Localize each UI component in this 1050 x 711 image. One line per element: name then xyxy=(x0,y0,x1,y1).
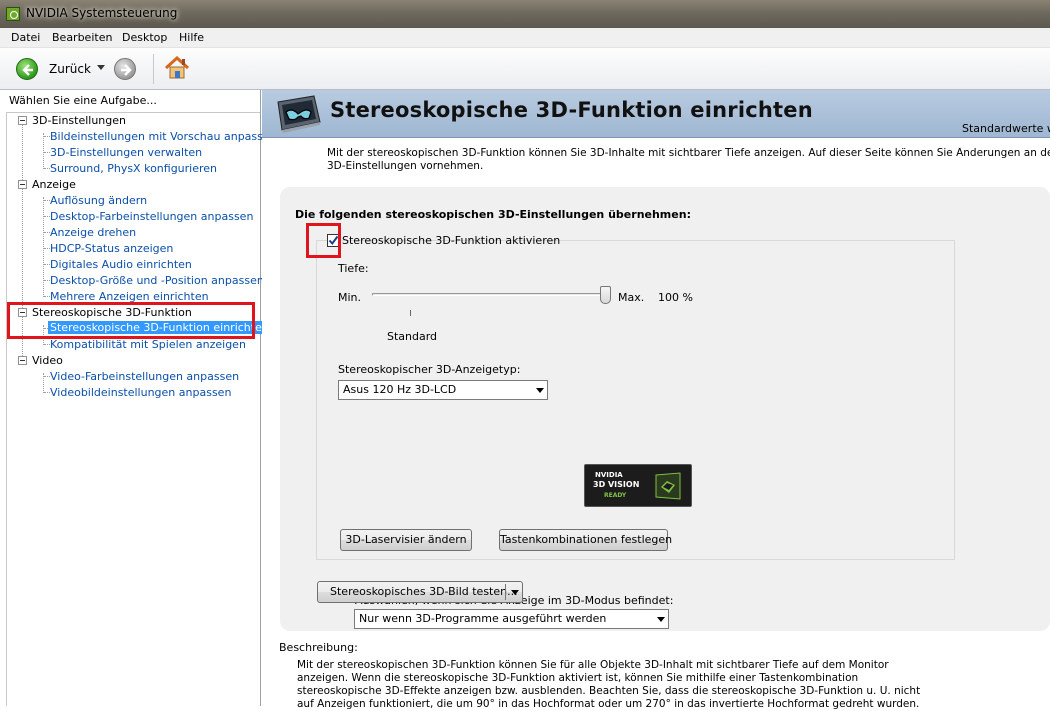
tree-category-3d-einstellungen[interactable]: 3D-Einstellungen xyxy=(32,114,126,127)
depth-slider-thumb[interactable] xyxy=(600,286,611,304)
display-type-select[interactable]: Asus 120 Hz 3D-LCD xyxy=(338,380,548,400)
window-title: NVIDIA Systemsteuerung xyxy=(26,6,178,20)
title-bar[interactable]: NVIDIA Systemsteuerung xyxy=(0,0,1050,28)
stereo-3d-monitor-icon xyxy=(277,95,321,133)
mode-select-value: Nur wenn 3D-Programme ausgeführt werden xyxy=(359,612,607,625)
split-divider xyxy=(505,584,506,600)
tree-item-videobild[interactable]: Videobildeinstellungen anpassen xyxy=(50,386,231,399)
chevron-down-icon xyxy=(657,617,665,622)
task-tree: 3D-Einstellungen Bildeinstellungen mit V… xyxy=(6,112,277,706)
back-label[interactable]: Zurück xyxy=(49,62,91,76)
tree-item-surround-physx[interactable]: Surround, PhysX konfigurieren xyxy=(50,162,217,175)
page-banner: Stereoskopische 3D-Funktion einrichten S… xyxy=(262,90,1050,138)
tree-item-hdcp[interactable]: HDCP-Status anzeigen xyxy=(50,242,173,255)
tree-item-digitales-audio[interactable]: Digitales Audio einrichten xyxy=(50,258,192,271)
tree-connector xyxy=(43,133,44,169)
back-button[interactable] xyxy=(16,58,38,80)
tree-item-desktop-groesse[interactable]: Desktop-Größe und -Position anpassen xyxy=(50,274,264,287)
restore-defaults-link[interactable]: Standardwerte w xyxy=(962,122,1050,135)
page-intro: Mit der stereoskopischen 3D-Funktion kön… xyxy=(327,147,1050,173)
tree-item-aufloesung[interactable]: Auflösung ändern xyxy=(50,194,147,207)
badge-3dvision-text: 3D VISION xyxy=(593,480,640,489)
tree-item-desktop-farbe[interactable]: Desktop-Farbeinstellungen anpassen xyxy=(50,210,253,223)
collapse-anzeige-icon[interactable] xyxy=(18,180,27,189)
enable-stereo-label[interactable]: Stereoskopische 3D-Funktion aktivieren xyxy=(342,234,560,247)
display-type-label: Stereoskopischer 3D-Anzeigetyp: xyxy=(338,363,521,376)
depth-label: Tiefe: xyxy=(338,262,369,275)
history-dropdown-icon[interactable] xyxy=(97,65,105,70)
menu-desktop[interactable]: Desktop xyxy=(122,31,167,44)
hotkeys-button[interactable]: Tastenkombinationen festlegen xyxy=(499,529,672,551)
test-stereo-button[interactable]: Stereoskopisches 3D-Bild testen... xyxy=(317,581,523,603)
nvidia-3d-vision-ready-logo: NVIDIA 3D VISION READY xyxy=(584,464,692,507)
mode-select[interactable]: Nur wenn 3D-Programme ausgeführt werden xyxy=(354,609,669,629)
highlight-box xyxy=(306,223,341,258)
collapse-video-icon[interactable] xyxy=(18,356,27,365)
description-heading: Beschreibung: xyxy=(279,641,358,654)
depth-slider-track[interactable] xyxy=(372,293,610,296)
depth-value: 100 % xyxy=(658,291,693,304)
menu-datei[interactable]: Datei xyxy=(11,31,40,44)
stereo-settings-box xyxy=(316,240,955,560)
settings-group: Die folgenden stereoskopischen 3D-Einste… xyxy=(280,187,1050,631)
chevron-down-icon[interactable] xyxy=(511,590,519,595)
forward-button[interactable] xyxy=(114,58,136,80)
depth-max-label: Max. xyxy=(618,291,645,304)
tree-item-video-farbe[interactable]: Video-Farbeinstellungen anpassen xyxy=(50,370,239,383)
tree-item-3d-einstellungen-verwalten[interactable]: 3D-Einstellungen verwalten xyxy=(50,146,202,159)
tree-category-video[interactable]: Video xyxy=(32,354,63,367)
intro-line-2: 3D-Einstellungen vornehmen. xyxy=(327,160,484,172)
task-sidebar: Wählen Sie eine Aufgabe... 3D-Einstellun… xyxy=(0,90,277,706)
description-text: Mit der stereoskopischen 3D-Funktion kön… xyxy=(297,659,921,710)
menu-hilfe[interactable]: Hilfe xyxy=(179,31,204,44)
depth-min-label: Min. xyxy=(338,291,362,304)
chevron-down-icon xyxy=(536,388,544,393)
collapse-3d-einstellungen-icon[interactable] xyxy=(18,116,27,125)
tree-item-bildeinstellungen[interactable]: Bildeinstellungen mit Vorschau anpassen xyxy=(50,130,277,143)
main-content: Stereoskopische 3D-Funktion einrichten S… xyxy=(262,90,1050,710)
tree-category-anzeige[interactable]: Anzeige xyxy=(32,178,76,191)
test-stereo-label: Stereoskopisches 3D-Bild testen... xyxy=(330,585,518,598)
toolbar: Zurück xyxy=(0,48,1050,90)
display-type-value: Asus 120 Hz 3D-LCD xyxy=(343,383,457,396)
sidebar-heading: Wählen Sie eine Aufgabe... xyxy=(9,94,157,107)
tree-item-anzeige-drehen[interactable]: Anzeige drehen xyxy=(50,226,136,239)
home-icon[interactable] xyxy=(164,56,190,80)
arrow-right-icon xyxy=(121,64,132,76)
settings-group-title: Die folgenden stereoskopischen 3D-Einste… xyxy=(295,208,691,221)
3d-glasses-icon xyxy=(655,472,681,500)
toolbar-separator xyxy=(153,54,154,84)
badge-ready-text: READY xyxy=(604,492,627,499)
tree-item-kompatibilitaet-spiele[interactable]: Kompatibilität mit Spielen anzeigen xyxy=(50,338,246,351)
page-title: Stereoskopische 3D-Funktion einrichten xyxy=(330,98,813,122)
nvidia-app-icon xyxy=(6,7,20,21)
depth-default-label: Standard xyxy=(387,330,438,343)
intro-line-1: Mit der stereoskopischen 3D-Funktion kön… xyxy=(327,147,1050,159)
menu-bar: Datei Bearbeiten Desktop Hilfe xyxy=(0,28,1050,48)
highlight-box xyxy=(7,302,255,339)
tree-connector xyxy=(43,197,44,297)
badge-nvidia-text: NVIDIA xyxy=(595,471,623,479)
arrow-left-icon xyxy=(22,64,33,76)
menu-bearbeiten[interactable]: Bearbeiten xyxy=(52,31,112,44)
depth-default-tick xyxy=(410,310,411,316)
laser-sight-button[interactable]: 3D-Laservisier ändern xyxy=(340,529,472,551)
